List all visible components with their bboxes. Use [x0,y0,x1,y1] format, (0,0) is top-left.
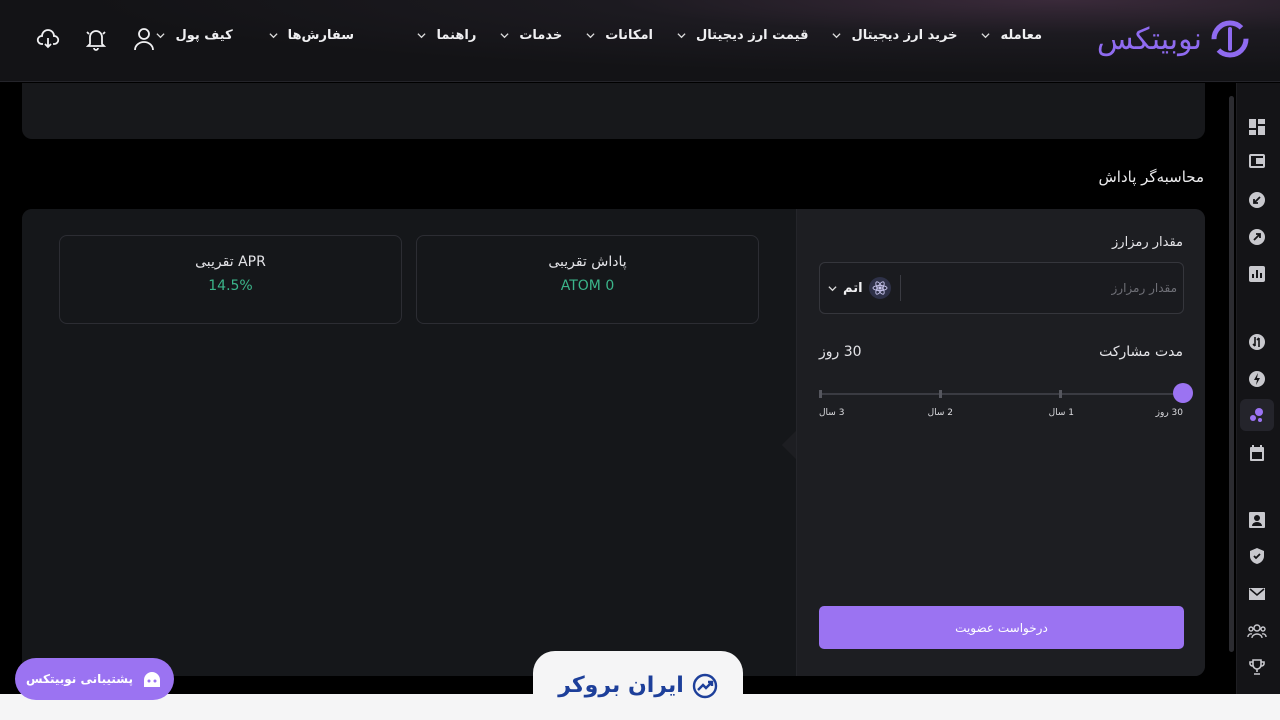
chevron-down-icon [156,33,166,39]
section-title: محاسبه‌گر پاداش [1098,168,1204,186]
chevron-down-icon [500,33,509,39]
footer-brand-text: ایران بروکر [558,673,684,698]
calendar-icon[interactable] [1247,443,1267,463]
option-3-years[interactable]: 3 سال [819,408,844,418]
amount-field: اتم [819,262,1184,314]
wallet-icon[interactable] [1247,151,1267,171]
nav-label: امکانات [605,28,653,43]
previous-panel [22,83,1205,139]
shield-icon[interactable] [1247,546,1267,566]
reward-value: ATOM 0 [560,278,615,294]
nav-item-orders[interactable]: سفارش‌ها [269,28,354,43]
reward-label: پاداش تقریبی [548,254,627,270]
slider-tick [819,390,822,398]
chevron-down-icon [677,33,686,39]
chevron-down-icon [828,285,837,291]
atom-coin-icon [868,277,891,299]
top-icons [36,24,156,54]
main-nav: معامله خرید ارز دیجیتال قیمت ارز دیجیتال… [417,28,1042,43]
amount-label: مقدار رمزارز [1112,235,1183,250]
slider-tick [1059,390,1062,398]
nav-item-features[interactable]: امکانات [586,28,653,43]
deposit-icon[interactable] [1247,190,1267,210]
nav-label: قیمت ارز دیجیتال [695,28,809,43]
nav-label: کیف پول [175,28,233,43]
user-icon[interactable] [132,24,156,54]
nav-item-wallet[interactable]: کیف پول [156,28,233,43]
logo-text: نوبیتکس [1096,21,1202,57]
nav-label: راهنما [436,28,477,43]
coin-select[interactable]: اتم [828,275,891,301]
exchange-icon[interactable] [1247,332,1267,352]
option-1-year[interactable]: 1 سال [1049,408,1074,418]
page-scrollbar[interactable] [1229,96,1234,652]
chevron-down-icon [981,33,991,39]
top-bar: نوبیتکس معامله خرید ارز دیجیتال قیمت ارز… [0,0,1280,82]
chevron-down-icon [269,33,278,39]
slider-thumb[interactable] [1173,383,1193,403]
lightning-icon[interactable] [1247,369,1267,389]
mail-icon[interactable] [1247,584,1267,604]
nav-label: معامله [1000,28,1042,43]
duration-value: 30 روز [819,344,862,360]
nav-label: سفارش‌ها [287,28,354,43]
chevron-down-icon [832,33,842,39]
group-icon[interactable] [1247,621,1267,641]
duration-label: مدت مشارکت [1099,344,1183,360]
chart-icon[interactable] [1247,264,1267,284]
right-sidebar [1236,83,1280,695]
reward-stat: پاداش تقریبی ATOM 0 [416,235,759,324]
bell-icon[interactable] [84,24,108,54]
chevron-down-icon [586,33,595,39]
input-area: مقدار رمزارز اتم مدت مشارکت 30 روز 30 رو… [796,209,1205,676]
nav-label: خدمات [519,28,563,43]
withdraw-icon[interactable] [1247,227,1267,247]
option-30-days[interactable]: 30 روز [1156,408,1183,418]
account-nav: سفارش‌ها کیف پول [156,28,354,43]
reward-calculator-card: APR تقریبی 14.5% پاداش تقریبی ATOM 0 مقد… [22,209,1205,676]
field-divider [900,275,901,301]
nav-label: خرید ارز دیجیتال [851,28,958,43]
dashboard-icon[interactable] [1247,117,1267,137]
support-button[interactable]: پشتیبانی نوبیتکس [15,658,174,700]
trend-up-icon [692,673,717,698]
nav-item-trade[interactable]: معامله [981,28,1042,43]
join-request-button[interactable]: درخواست عضویت [819,606,1184,649]
amount-input[interactable] [907,273,1177,303]
footer-brand-tab: ایران بروکر [533,651,743,720]
nobitex-logo[interactable]: نوبیتکس [1097,14,1250,64]
support-label: پشتیبانی نوبیتکس [26,672,134,686]
support-icon [144,672,161,687]
download-icon[interactable] [36,24,60,54]
trophy-icon[interactable] [1247,657,1267,677]
apr-label: APR تقریبی [195,254,266,270]
coin-name: اتم [843,280,863,296]
chevron-down-icon [417,33,427,39]
option-2-years[interactable]: 2 سال [928,408,953,418]
nav-item-services[interactable]: خدمات [500,28,562,43]
nav-item-buy-crypto[interactable]: خرید ارز دیجیتال [832,28,957,43]
results-area: APR تقریبی 14.5% پاداش تقریبی ATOM 0 [22,209,796,676]
apr-value: 14.5% [208,278,253,294]
profile-icon[interactable] [1247,510,1267,530]
nav-item-guide[interactable]: راهنما [417,28,476,43]
duration-slider[interactable] [819,393,1184,395]
apr-stat: APR تقریبی 14.5% [59,235,402,324]
nav-item-crypto-price[interactable]: قیمت ارز دیجیتال [677,28,808,43]
slider-tick [939,390,942,398]
logo-icon [1210,19,1250,59]
staking-icon[interactable] [1240,399,1274,431]
